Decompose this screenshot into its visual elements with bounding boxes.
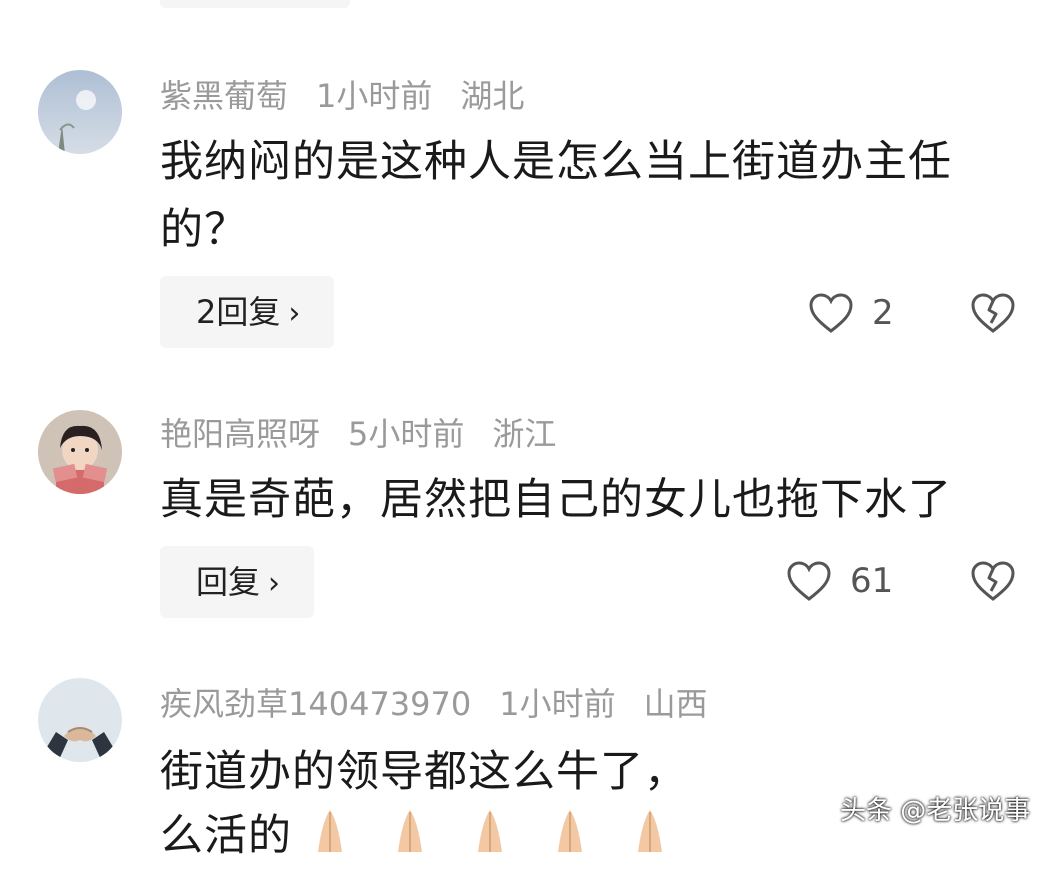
comment-meta: 疾风劲草140473970 1小时前 山西 [160,684,736,724]
username[interactable]: 艳阳高照呀 [160,415,320,453]
avatar[interactable] [38,678,122,762]
praying-hands-emoji [638,810,662,852]
dislike-button[interactable] [970,558,1016,604]
comment-meta: 紫黑葡萄 1小时前 湖北 [160,76,552,116]
previous-reply-button-fragment[interactable] [160,0,350,8]
praying-hands-emoji [398,810,422,852]
heart-outline-icon [809,293,853,333]
like-button[interactable]: 61 [786,556,893,606]
avatar[interactable] [38,70,122,154]
timestamp: 5小时前 [348,415,465,453]
like-count: 2 [872,293,894,333]
comment-text: 真是奇葩，居然把自己的女儿也拖下水了 [160,475,952,525]
chevron-right-icon: › [268,566,281,601]
comment-text: 我纳闷的是这种人是怎么当上街道办主任的？ [160,137,952,255]
chevron-right-icon: › [288,296,301,331]
location: 浙江 [492,415,557,453]
reply-button[interactable]: 2回复 › [160,276,335,348]
praying-hands-emoji [558,810,582,852]
reply-button[interactable]: 回复 › [160,546,315,618]
location: 山西 [643,685,708,723]
timestamp: 1小时前 [316,77,433,115]
praying-hands-emoji [318,810,342,852]
watermark: 头条 @老张说事 [840,796,1031,826]
comment-text-line: 么活的 [160,811,292,861]
heart-outline-icon [787,561,831,601]
comment-meta: 艳阳高照呀 5小时前 浙江 [160,414,584,454]
comment-text-line: 街道办的领导都这么牛了， [160,747,688,797]
like-button[interactable]: 2 [808,288,894,338]
username[interactable]: 疾风劲草140473970 [160,685,471,723]
location: 湖北 [460,77,525,115]
broken-heart-icon [971,293,1015,333]
dislike-button[interactable] [970,290,1016,336]
like-count: 61 [850,561,894,601]
reply-label: 回复 [196,563,261,601]
username[interactable]: 紫黑葡萄 [160,77,288,115]
avatar[interactable] [38,410,122,494]
reply-label: 2回复 [196,293,281,331]
praying-hands-emoji [478,810,502,852]
timestamp: 1小时前 [499,685,616,723]
broken-heart-icon [971,561,1015,601]
emoji-row [300,808,700,852]
